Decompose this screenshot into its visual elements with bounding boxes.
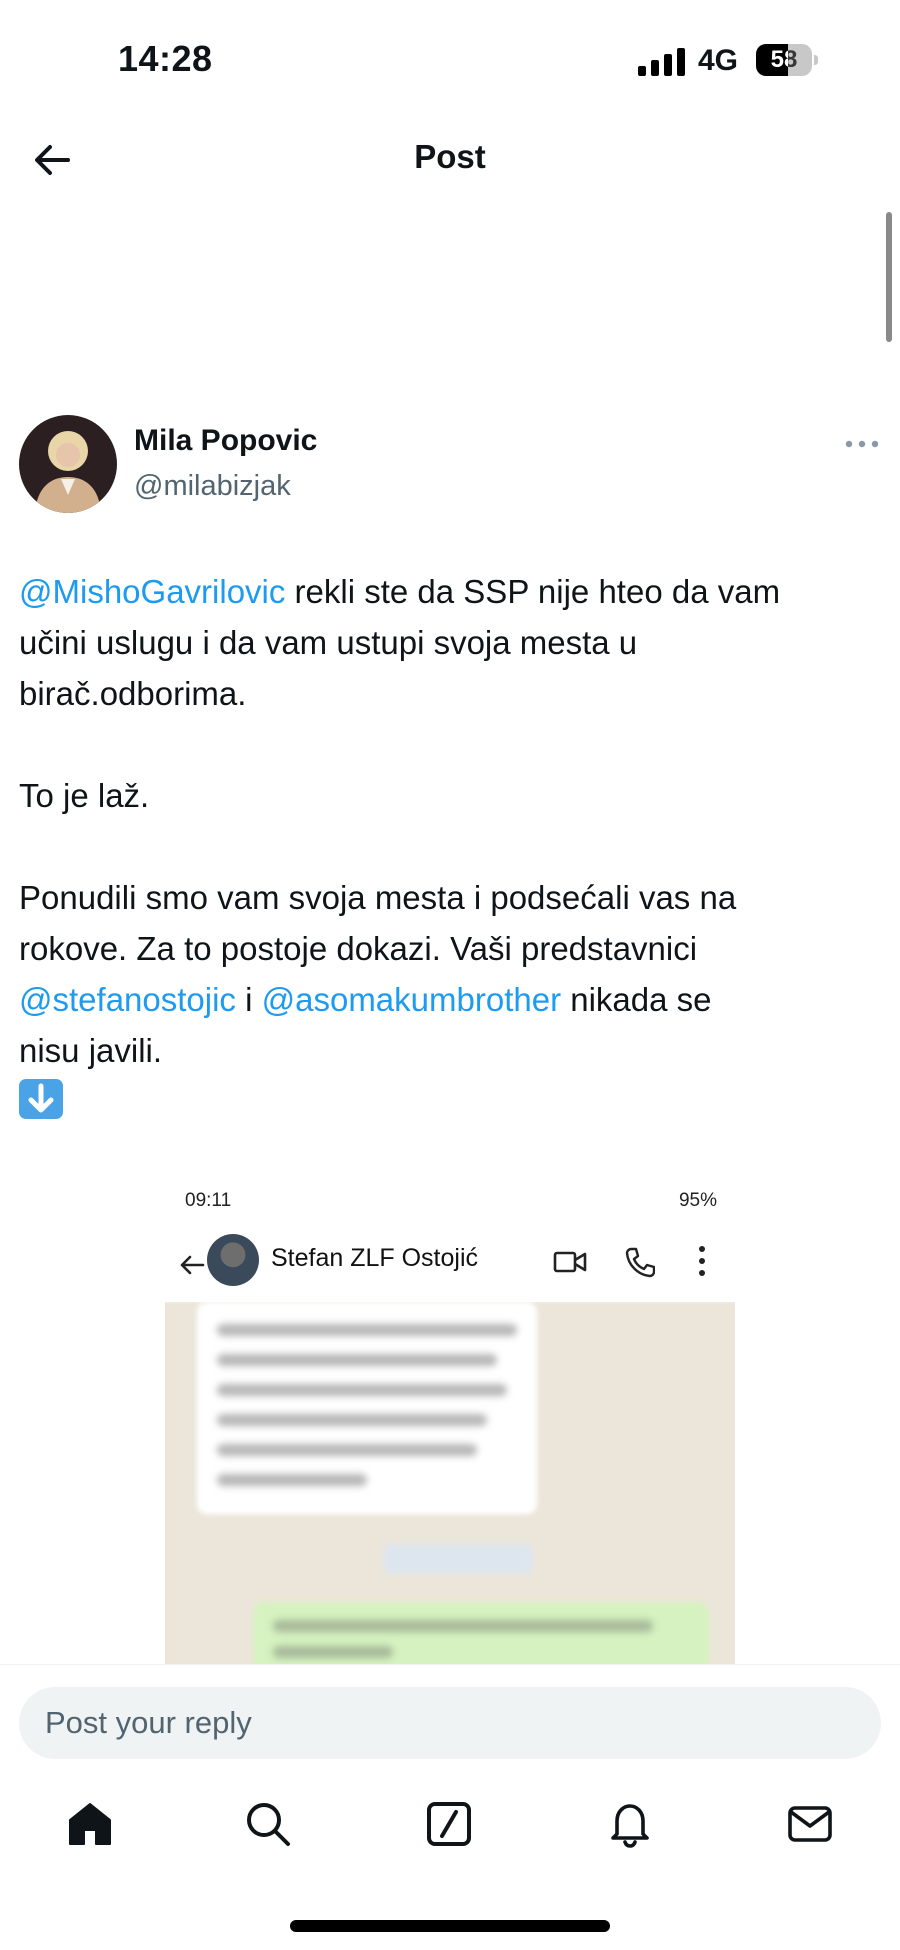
scrollbar[interactable]	[886, 212, 892, 342]
top-header: Post	[0, 120, 900, 200]
mention-link[interactable]: @asomakumbrother	[262, 981, 561, 1018]
more-horizontal-icon	[845, 440, 879, 448]
post-text-line: učini uslugu i da vam ustupi svoja mesta…	[19, 624, 638, 661]
post-media-image[interactable]: 09:11 95% Stefan ZLF Ostojić	[165, 1178, 735, 1668]
post-text-line: nikada se	[561, 981, 712, 1018]
media-status-time: 09:11	[185, 1190, 232, 1211]
reply-bar	[0, 1664, 900, 1775]
blurred-chat-area	[165, 1302, 735, 1668]
outgoing-message	[253, 1602, 709, 1668]
more-options-button[interactable]	[842, 432, 882, 456]
status-time: 14:28	[118, 38, 213, 79]
author-handle[interactable]: @milabizjak	[134, 470, 291, 503]
reply-input[interactable]	[19, 1687, 881, 1759]
battery-level: 58	[770, 46, 798, 73]
signal-icon	[638, 46, 686, 76]
home-indicator[interactable]	[290, 1920, 610, 1932]
post-text-line: nisu javili.	[19, 1032, 163, 1069]
author-name[interactable]: Mila Popovic	[134, 424, 317, 458]
page-title: Post	[414, 138, 486, 175]
post-text: @MishoGavrilovic rekli ste da SSP nije h…	[19, 566, 889, 1127]
post-text-line: Ponudili smo vam svoja mesta i podsećali…	[19, 879, 737, 916]
post-text-line: rekli ste da SSP nije hteo da vam	[285, 573, 781, 610]
date-chip	[383, 1544, 533, 1574]
tab-search[interactable]	[242, 1798, 294, 1850]
tab-home[interactable]	[64, 1798, 116, 1850]
tab-messages[interactable]	[784, 1798, 836, 1850]
search-icon	[247, 1803, 290, 1846]
phone-icon	[625, 1247, 655, 1278]
post-text-line: rokove. Za to postoje dokazi. Vaši preds…	[19, 930, 698, 967]
more-vertical-icon	[699, 1246, 705, 1276]
media-battery-status: 95%	[678, 1190, 717, 1211]
incoming-message	[197, 1302, 537, 1514]
tab-compose[interactable]	[423, 1798, 475, 1850]
back-arrow-icon	[180, 1255, 205, 1275]
post-text-line: To je laž.	[19, 777, 150, 814]
network-type: 4G	[698, 44, 739, 77]
post-text-line: i	[235, 981, 262, 1018]
messages-icon	[788, 1806, 832, 1842]
home-icon	[69, 1803, 111, 1845]
battery-icon: 58	[756, 44, 818, 76]
compose-icon	[427, 1802, 471, 1846]
mention-link[interactable]: @MishoGavrilovic	[19, 573, 285, 610]
avatar[interactable]	[19, 415, 117, 513]
tab-notifications[interactable]	[604, 1798, 656, 1850]
bottom-tab-bar	[0, 1774, 900, 1878]
status-bar: 14:28 4G 58	[0, 0, 900, 120]
down-arrow-emoji-icon	[19, 1079, 63, 1119]
mention-link[interactable]: @stefanostojic	[19, 981, 236, 1018]
contact-name: Stefan ZLF Ostojić	[271, 1244, 479, 1272]
notifications-icon	[611, 1804, 649, 1848]
post-text-line: birač.odborima.	[19, 675, 247, 712]
contact-avatar	[207, 1234, 259, 1286]
video-call-icon	[553, 1251, 587, 1273]
